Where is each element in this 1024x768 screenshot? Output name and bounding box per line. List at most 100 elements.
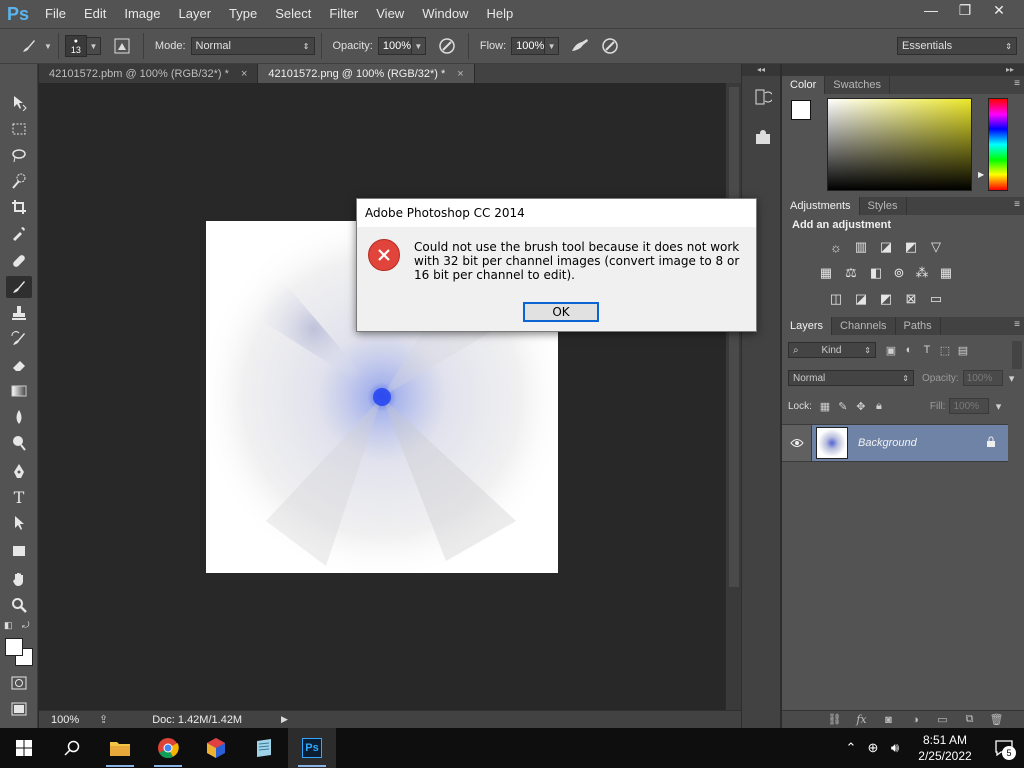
ok-button[interactable]: OK	[523, 302, 599, 322]
filter-shape-icon[interactable]: ⬚	[936, 342, 954, 358]
gradient-tool-icon[interactable]	[6, 380, 32, 402]
canvas-vertical-scrollbar[interactable]	[725, 83, 741, 710]
notifications-icon[interactable]: 5	[984, 728, 1024, 768]
tab-channels[interactable]: Channels	[832, 317, 896, 335]
mode-select[interactable]: Normal ⇕	[190, 37, 315, 55]
color-foreground-swatch[interactable]	[791, 100, 811, 120]
properties-panel-icon[interactable]	[752, 126, 774, 148]
brush-size-picker[interactable]: ● 13	[64, 35, 87, 57]
color-picker-field[interactable]	[827, 98, 972, 191]
eraser-tool-icon[interactable]	[6, 354, 32, 376]
lock-position-icon[interactable]: ✥	[852, 398, 870, 414]
menu-type[interactable]: Type	[220, 0, 266, 28]
layer-fill-dropdown-icon[interactable]: ▾	[989, 398, 1007, 414]
tab-swatches[interactable]: Swatches	[825, 76, 890, 94]
black-white-icon[interactable]: ◧	[867, 265, 885, 281]
new-group-icon[interactable]: ▭	[929, 713, 956, 726]
layer-row-background[interactable]: Background	[782, 424, 1008, 462]
filter-adjustment-icon[interactable]: ◐	[900, 342, 918, 358]
layer-content[interactable]: Background	[812, 425, 1008, 461]
rectangle-tool-icon[interactable]	[6, 540, 32, 562]
network-globe-icon[interactable]: ⊕	[862, 740, 884, 756]
volume-icon[interactable]: 🔊︎	[884, 740, 906, 756]
quick-selection-tool-icon[interactable]	[6, 170, 32, 192]
layer-blend-mode-select[interactable]: Normal ⇕	[788, 370, 914, 386]
swap-colors-icon[interactable]: ⤾	[22, 620, 30, 631]
link-layers-icon[interactable]: ⛓	[821, 713, 848, 726]
crop-tool-icon[interactable]	[6, 196, 32, 218]
tab-paths[interactable]: Paths	[896, 317, 941, 335]
photo-filter-icon[interactable]: ⊚	[890, 265, 908, 281]
marquee-tool-icon[interactable]	[6, 118, 32, 140]
menu-filter[interactable]: Filter	[320, 0, 367, 28]
panel-menu-icon[interactable]: ≡	[1014, 319, 1020, 330]
menu-view[interactable]: View	[367, 0, 413, 28]
hue-saturation-icon[interactable]: ▦	[817, 265, 835, 281]
brightness-contrast-icon[interactable]: ☼	[827, 239, 845, 255]
airbrush-icon[interactable]	[569, 35, 591, 57]
opacity-input[interactable]: 100%	[377, 37, 412, 55]
selective-color-icon[interactable]: ⊠	[902, 291, 920, 307]
canvas-area[interactable]	[39, 83, 725, 710]
tab-layers[interactable]: Layers	[782, 317, 833, 335]
menu-layer[interactable]: Layer	[170, 0, 221, 28]
foreground-color-swatch[interactable]	[5, 638, 23, 656]
history-brush-tool-icon[interactable]	[6, 328, 32, 350]
threshold-icon[interactable]: ◩	[877, 291, 895, 307]
filter-smart-object-icon[interactable]: ▤	[954, 342, 972, 358]
close-button[interactable]: ✕	[982, 0, 1016, 20]
healing-brush-tool-icon[interactable]	[6, 250, 32, 272]
default-colors-icon[interactable]: ◧	[4, 620, 13, 631]
share-icon[interactable]: ⇪	[99, 713, 108, 726]
layer-opacity-input[interactable]: 100%	[962, 370, 1003, 386]
channel-mixer-icon[interactable]: ⁂	[913, 265, 931, 281]
lasso-tool-icon[interactable]	[6, 144, 32, 166]
lock-pixels-icon[interactable]: ✎	[834, 398, 852, 414]
clock[interactable]: 8:51 AM 2/25/2022	[906, 732, 984, 764]
scrollbar-thumb[interactable]	[729, 87, 739, 587]
exposure-icon[interactable]: ◩	[902, 239, 920, 255]
menu-select[interactable]: Select	[266, 0, 320, 28]
file-explorer-icon[interactable]	[96, 728, 144, 768]
photoshop-taskbar-icon[interactable]: Ps	[288, 728, 336, 768]
minimize-button[interactable]: —	[914, 0, 948, 20]
eye-visibility-icon[interactable]	[782, 424, 812, 462]
lock-transparency-icon[interactable]: ▦	[816, 398, 834, 414]
quick-mask-icon[interactable]	[6, 672, 32, 694]
panels-collapse-icon[interactable]: ▸▸	[782, 64, 1024, 76]
brush-tool-preset-icon[interactable]	[18, 35, 40, 57]
move-tool-icon[interactable]	[6, 92, 32, 114]
tab-color[interactable]: Color	[782, 76, 826, 94]
filter-pixel-icon[interactable]: ▣	[882, 342, 900, 358]
clone-stamp-tool-icon[interactable]	[6, 302, 32, 324]
dodge-tool-icon[interactable]	[6, 432, 32, 454]
box-app-icon[interactable]	[192, 728, 240, 768]
panel-menu-icon[interactable]: ≡	[1014, 199, 1020, 210]
pen-tool-icon[interactable]	[6, 460, 32, 482]
workspace-select[interactable]: Essentials ⇕	[897, 37, 1017, 55]
invert-icon[interactable]: ◫	[827, 291, 845, 307]
menu-edit[interactable]: Edit	[75, 0, 115, 28]
hue-slider-arrow-icon[interactable]: ▶	[978, 170, 984, 179]
doc-tab-pbm[interactable]: 42101572.pbm @ 100% (RGB/32*) * ×	[39, 64, 259, 83]
brush-size-dropdown-icon[interactable]: ▼	[86, 37, 101, 55]
flow-input[interactable]: 100%	[511, 37, 546, 55]
screen-mode-icon[interactable]	[6, 698, 32, 720]
brush-tool-icon[interactable]	[6, 276, 32, 298]
chrome-icon[interactable]	[144, 728, 192, 768]
gradient-map-icon[interactable]: ▭	[927, 291, 945, 307]
path-selection-tool-icon[interactable]	[6, 512, 32, 534]
lock-all-icon[interactable]: 🔒︎	[870, 398, 888, 414]
hue-slider[interactable]	[988, 98, 1008, 191]
color-lookup-icon[interactable]: ▦	[937, 265, 955, 281]
hand-tool-icon[interactable]	[6, 568, 32, 590]
add-mask-icon[interactable]: ◙	[875, 714, 902, 726]
zoom-level-field[interactable]: 100%	[39, 714, 89, 726]
preset-dropdown-icon[interactable]: ▼	[44, 42, 52, 51]
history-panel-icon[interactable]	[752, 86, 774, 108]
brush-panel-toggle-icon[interactable]	[111, 35, 133, 57]
notepad-icon[interactable]	[240, 728, 288, 768]
flow-dropdown-icon[interactable]: ▼	[545, 37, 560, 55]
color-balance-icon[interactable]: ⚖	[842, 265, 860, 281]
delete-layer-icon[interactable]: 🗑︎	[983, 713, 1010, 726]
